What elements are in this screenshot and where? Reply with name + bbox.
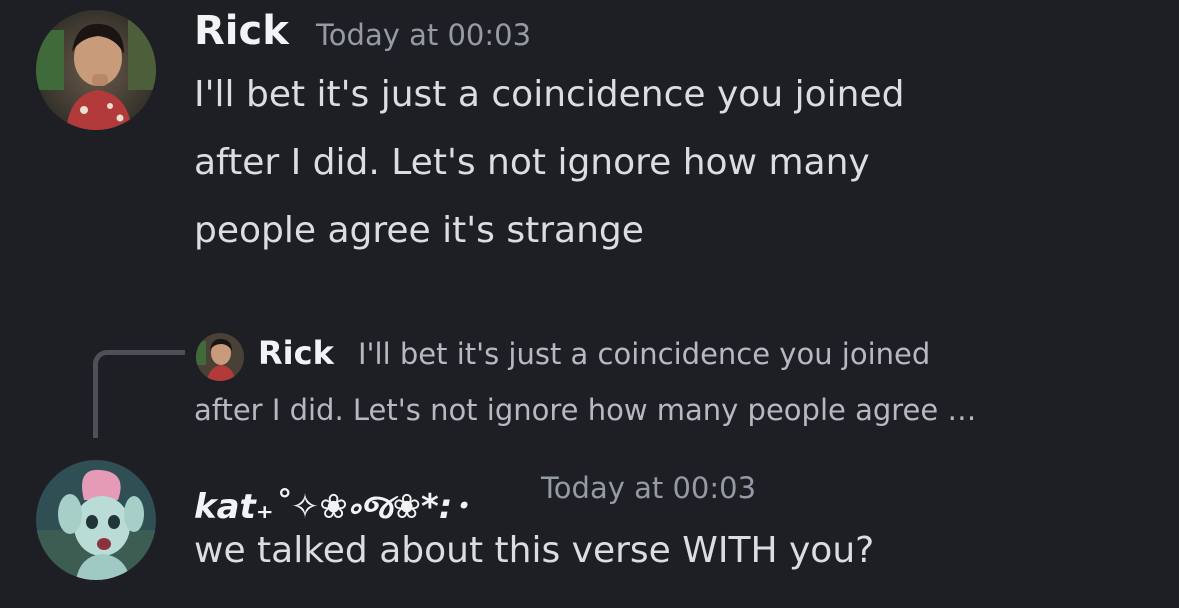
message-line: I'll bet it's just a coincidence you joi… xyxy=(194,74,905,115)
message-line: people agree it's strange xyxy=(194,210,644,251)
reply-rick-avatar[interactable] xyxy=(196,333,244,381)
message-line: after I did. Let's not ignore how many xyxy=(194,142,870,183)
chat-view: Rick Today at 00:03 I'll bet it's just a… xyxy=(0,0,1179,608)
reply-preview-line[interactable]: I'll bet it's just a coincidence you joi… xyxy=(358,337,930,371)
reply-preview-line[interactable]: after I did. Let's not ignore how many p… xyxy=(194,393,976,427)
message-author[interactable]: Rick xyxy=(194,8,289,54)
message-timestamp: Today at 00:03 xyxy=(316,18,532,52)
message-line: we talked about this verse WITH you? xyxy=(194,530,875,571)
reply-author[interactable]: Rick xyxy=(258,334,334,372)
rick-avatar[interactable] xyxy=(36,10,156,130)
reply-connector xyxy=(93,350,185,438)
kat-avatar[interactable] xyxy=(36,460,156,580)
message-timestamp: Today at 00:03 xyxy=(541,471,757,505)
